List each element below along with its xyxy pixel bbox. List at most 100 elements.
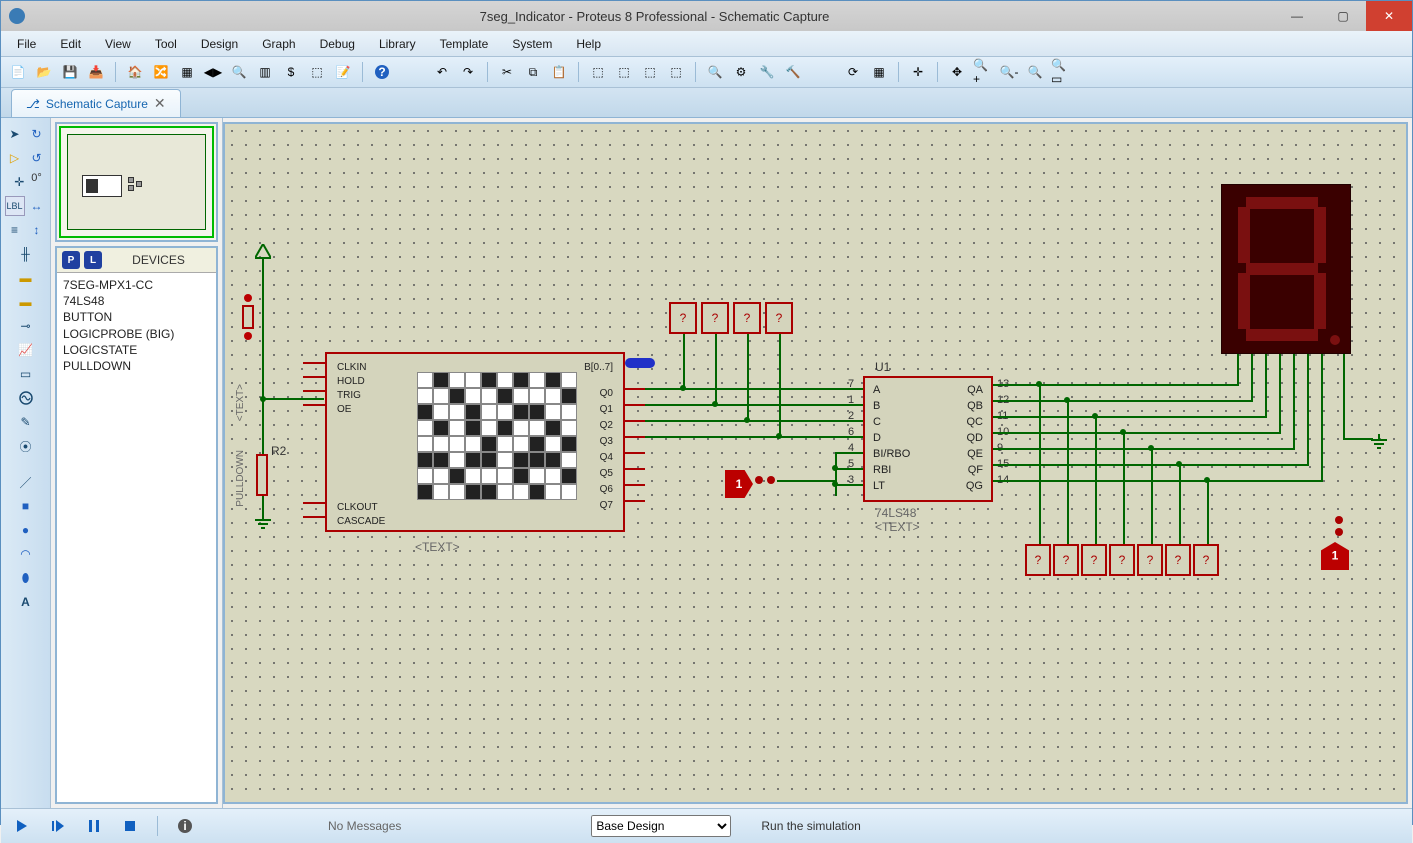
instrument-tool-icon[interactable]: ⦿ <box>16 436 36 456</box>
script-tool-icon[interactable]: ≡ <box>5 220 25 240</box>
logicprobe[interactable]: ? <box>1109 544 1135 576</box>
zoom-all-icon[interactable]: 🔍 <box>1024 61 1046 83</box>
copy-icon[interactable]: ⧉ <box>522 61 544 83</box>
info-icon[interactable]: i <box>172 813 198 839</box>
path-tool-icon[interactable]: ⬮ <box>16 568 36 588</box>
logicprobe[interactable]: ? <box>1193 544 1219 576</box>
logicstate-right[interactable]: 1 <box>1321 542 1349 570</box>
new-file-icon[interactable]: 📄 <box>7 61 29 83</box>
zoom-area-icon[interactable]: 🔍▭ <box>1050 61 1072 83</box>
zoom-out-icon[interactable]: 🔍- <box>998 61 1020 83</box>
label-tool-icon[interactable]: LBL <box>5 196 25 216</box>
arc-tool-icon[interactable]: ◠ <box>16 544 36 564</box>
library-button[interactable]: L <box>84 251 102 269</box>
vsm-icon[interactable]: ⬚ <box>306 61 328 83</box>
toggle-grid-icon[interactable]: ⟳ <box>842 61 864 83</box>
mirror-h-icon[interactable]: ↔ <box>27 196 47 216</box>
pan-icon[interactable]: ✥ <box>946 61 968 83</box>
logicprobe[interactable]: ? <box>765 302 793 334</box>
cut-icon[interactable]: ✂ <box>496 61 518 83</box>
menu-design[interactable]: Design <box>191 34 248 54</box>
menu-file[interactable]: File <box>7 34 46 54</box>
seven-segment-display[interactable] <box>1221 184 1351 354</box>
3d-icon[interactable]: ◀▶ <box>202 61 224 83</box>
block-copy-icon[interactable]: ⬚ <box>587 61 609 83</box>
logicprobe[interactable]: ? <box>733 302 761 334</box>
tab-schematic-capture[interactable]: ⎇ Schematic Capture ✕ <box>11 89 181 117</box>
menu-graph[interactable]: Graph <box>252 34 305 54</box>
device-item[interactable]: 7SEG-MPX1-CC <box>63 277 210 293</box>
undo-icon[interactable]: ↶ <box>431 61 453 83</box>
tab-close-icon[interactable]: ✕ <box>154 95 166 112</box>
help-icon[interactable]: ? <box>371 61 393 83</box>
device-item[interactable]: 74LS48 <box>63 293 210 309</box>
maximize-button[interactable]: ▢ <box>1320 1 1366 31</box>
pulldown-resistor[interactable] <box>256 454 268 496</box>
block-move-icon[interactable]: ⬚ <box>613 61 635 83</box>
redo-icon[interactable]: ↷ <box>457 61 479 83</box>
bus-tool-icon[interactable]: ╫ <box>16 244 36 264</box>
device-item[interactable]: BUTTON <box>63 309 210 325</box>
ic-u1-74ls48[interactable]: A B C D BI/RBO RBI LT QA QB QC QD QE QF … <box>863 376 993 502</box>
generator-tool-icon[interactable] <box>16 388 36 408</box>
probe-tool-icon[interactable]: ✎ <box>16 412 36 432</box>
make-device-icon[interactable]: ⚙ <box>730 61 752 83</box>
menu-library[interactable]: Library <box>369 34 426 54</box>
minimize-button[interactable]: — <box>1274 1 1320 31</box>
pick-icon[interactable]: 🔍 <box>704 61 726 83</box>
terminal-tool-icon[interactable]: ▬ <box>16 292 36 312</box>
menu-tool[interactable]: Tool <box>145 34 187 54</box>
menu-debug[interactable]: Debug <box>310 34 365 54</box>
line-tool-icon[interactable]: ／ <box>16 472 36 492</box>
component-tool-icon[interactable]: ▷ <box>5 148 25 168</box>
device-item[interactable]: LOGICPROBE (BIG) <box>63 326 210 342</box>
logicprobe[interactable]: ? <box>1137 544 1163 576</box>
button-component[interactable] <box>239 292 257 345</box>
box-tool-icon[interactable]: ■ <box>16 496 36 516</box>
packaging-icon[interactable]: 🔧 <box>756 61 778 83</box>
menu-system[interactable]: System <box>502 34 562 54</box>
paste-icon[interactable]: 📋 <box>548 61 570 83</box>
logicprobe[interactable]: ? <box>1053 544 1079 576</box>
save-file-icon[interactable]: 💾 <box>59 61 81 83</box>
overview-panel[interactable] <box>55 122 218 242</box>
menu-edit[interactable]: Edit <box>50 34 91 54</box>
tape-tool-icon[interactable]: ▭ <box>16 364 36 384</box>
logicstate-left[interactable]: 1 <box>725 470 753 498</box>
notes-icon[interactable]: 📝 <box>332 61 354 83</box>
menu-help[interactable]: Help <box>566 34 611 54</box>
menu-view[interactable]: View <box>95 34 141 54</box>
subcircuit-tool-icon[interactable]: ▬ <box>16 268 36 288</box>
grid-icon[interactable]: ▦ <box>868 61 890 83</box>
gerber-icon[interactable]: 🔍 <box>228 61 250 83</box>
pattern-generator[interactable]: CLKIN HOLD TRIG OE CLKOUT CASCADE B[0..7… <box>325 352 625 532</box>
home-icon[interactable]: 🏠 <box>124 61 146 83</box>
stop-button[interactable] <box>117 813 143 839</box>
pcb-icon[interactable]: ▦ <box>176 61 198 83</box>
text-tool-icon[interactable]: A <box>16 592 36 612</box>
logicprobe[interactable]: ? <box>669 302 697 334</box>
pin-tool-icon[interactable]: ⊸ <box>16 316 36 336</box>
pick-device-button[interactable]: P <box>62 251 80 269</box>
rotate-cw-icon[interactable]: ↻ <box>27 124 47 144</box>
logicprobe[interactable]: ? <box>1165 544 1191 576</box>
schematic-icon[interactable]: 🔀 <box>150 61 172 83</box>
logicprobe[interactable]: ? <box>1025 544 1051 576</box>
code-icon[interactable]: $ <box>280 61 302 83</box>
bom-icon[interactable]: ▥ <box>254 61 276 83</box>
zoom-in-icon[interactable]: 🔍+ <box>972 61 994 83</box>
junction-tool-icon[interactable]: ✛ <box>9 172 29 192</box>
device-item[interactable]: PULLDOWN <box>63 358 210 374</box>
design-selector[interactable]: Base Design <box>591 815 731 837</box>
circle-tool-icon[interactable]: ● <box>16 520 36 540</box>
pause-button[interactable] <box>81 813 107 839</box>
selection-tool-icon[interactable]: ➤ <box>5 124 25 144</box>
play-button[interactable] <box>9 813 35 839</box>
open-file-icon[interactable]: 📂 <box>33 61 55 83</box>
schematic-canvas[interactable]: PULLDOWN R2 <TEXT> CLKIN HOLD TRIG OE CL… <box>223 122 1408 804</box>
logicprobe[interactable]: ? <box>1081 544 1107 576</box>
close-button[interactable]: ✕ <box>1366 1 1412 31</box>
rotate-ccw-icon[interactable]: ↺ <box>27 148 47 168</box>
origin-icon[interactable]: ✛ <box>907 61 929 83</box>
device-item[interactable]: LOGICSTATE <box>63 342 210 358</box>
